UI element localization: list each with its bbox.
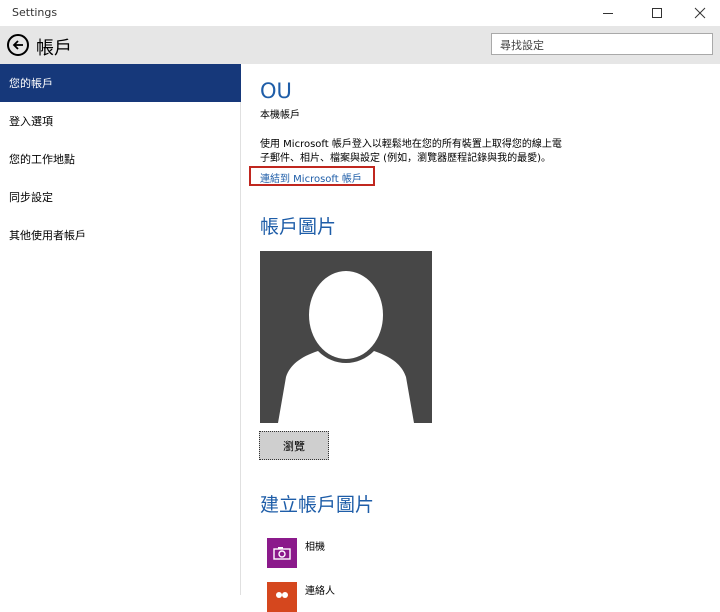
window-title: Settings bbox=[12, 6, 58, 19]
sidebar-item-sync-settings[interactable]: 同步設定 bbox=[0, 178, 241, 216]
back-arrow-icon bbox=[12, 40, 23, 50]
maximize-button[interactable] bbox=[634, 0, 680, 26]
browse-button[interactable]: 瀏覽 bbox=[259, 431, 329, 460]
page-header: 帳戶 bbox=[0, 26, 720, 64]
sidebar-item-workplace[interactable]: 您的工作地點 bbox=[0, 140, 241, 178]
sidebar-item-sign-in-options[interactable]: 登入選項 bbox=[0, 102, 241, 140]
search-box[interactable] bbox=[491, 33, 713, 56]
people-icon bbox=[267, 582, 297, 612]
sidebar-item-label: 您的帳戶 bbox=[9, 77, 53, 90]
sidebar-item-label: 登入選項 bbox=[9, 115, 53, 128]
camera-app-item[interactable]: 相機 bbox=[267, 538, 325, 568]
sidebar-item-label: 其他使用者帳戶 bbox=[9, 229, 86, 242]
search-input[interactable] bbox=[492, 35, 712, 56]
page-title: 帳戶 bbox=[36, 38, 72, 59]
close-icon bbox=[694, 7, 706, 19]
sidebar-item-label: 您的工作地點 bbox=[9, 153, 75, 166]
sidebar-item-label: 同步設定 bbox=[9, 191, 53, 204]
sidebar-item-other-accounts[interactable]: 其他使用者帳戶 bbox=[0, 216, 241, 254]
description-line: 子郵件、相片、檔案與設定 (例如，瀏覽器歷程記錄與我的最愛)。 bbox=[260, 153, 551, 164]
people-app-item[interactable]: 連絡人 bbox=[267, 582, 335, 612]
description-line: 使用 Microsoft 帳戶登入以輕鬆地在您的所有裝置上取得您的線上電 bbox=[260, 139, 562, 150]
account-description: 使用 Microsoft 帳戶登入以輕鬆地在您的所有裝置上取得您的線上電 子郵件… bbox=[260, 138, 605, 166]
create-picture-title: 建立帳戶圖片 bbox=[260, 494, 375, 516]
user-silhouette-icon bbox=[278, 271, 414, 423]
minimize-icon bbox=[603, 13, 613, 14]
account-type: 本機帳戶 bbox=[260, 110, 300, 121]
main-content: OU 本機帳戶 使用 Microsoft 帳戶登入以輕鬆地在您的所有裝置上取得您… bbox=[242, 64, 720, 612]
maximize-icon bbox=[652, 8, 662, 18]
sidebar: 您的帳戶 登入選項 您的工作地點 同步設定 其他使用者帳戶 bbox=[0, 64, 241, 595]
back-button[interactable] bbox=[7, 34, 29, 56]
close-button[interactable] bbox=[677, 0, 720, 26]
minimize-button[interactable] bbox=[585, 0, 631, 26]
account-picture-title: 帳戶圖片 bbox=[260, 216, 337, 238]
connect-microsoft-account-link[interactable]: 連結到 Microsoft 帳戶 bbox=[260, 170, 362, 185]
sidebar-item-your-account[interactable]: 您的帳戶 bbox=[0, 64, 241, 102]
app-label: 相機 bbox=[305, 542, 325, 553]
user-name: OU bbox=[260, 79, 292, 103]
title-bar: Settings bbox=[0, 0, 720, 26]
account-picture bbox=[260, 251, 432, 423]
camera-icon bbox=[267, 538, 297, 568]
